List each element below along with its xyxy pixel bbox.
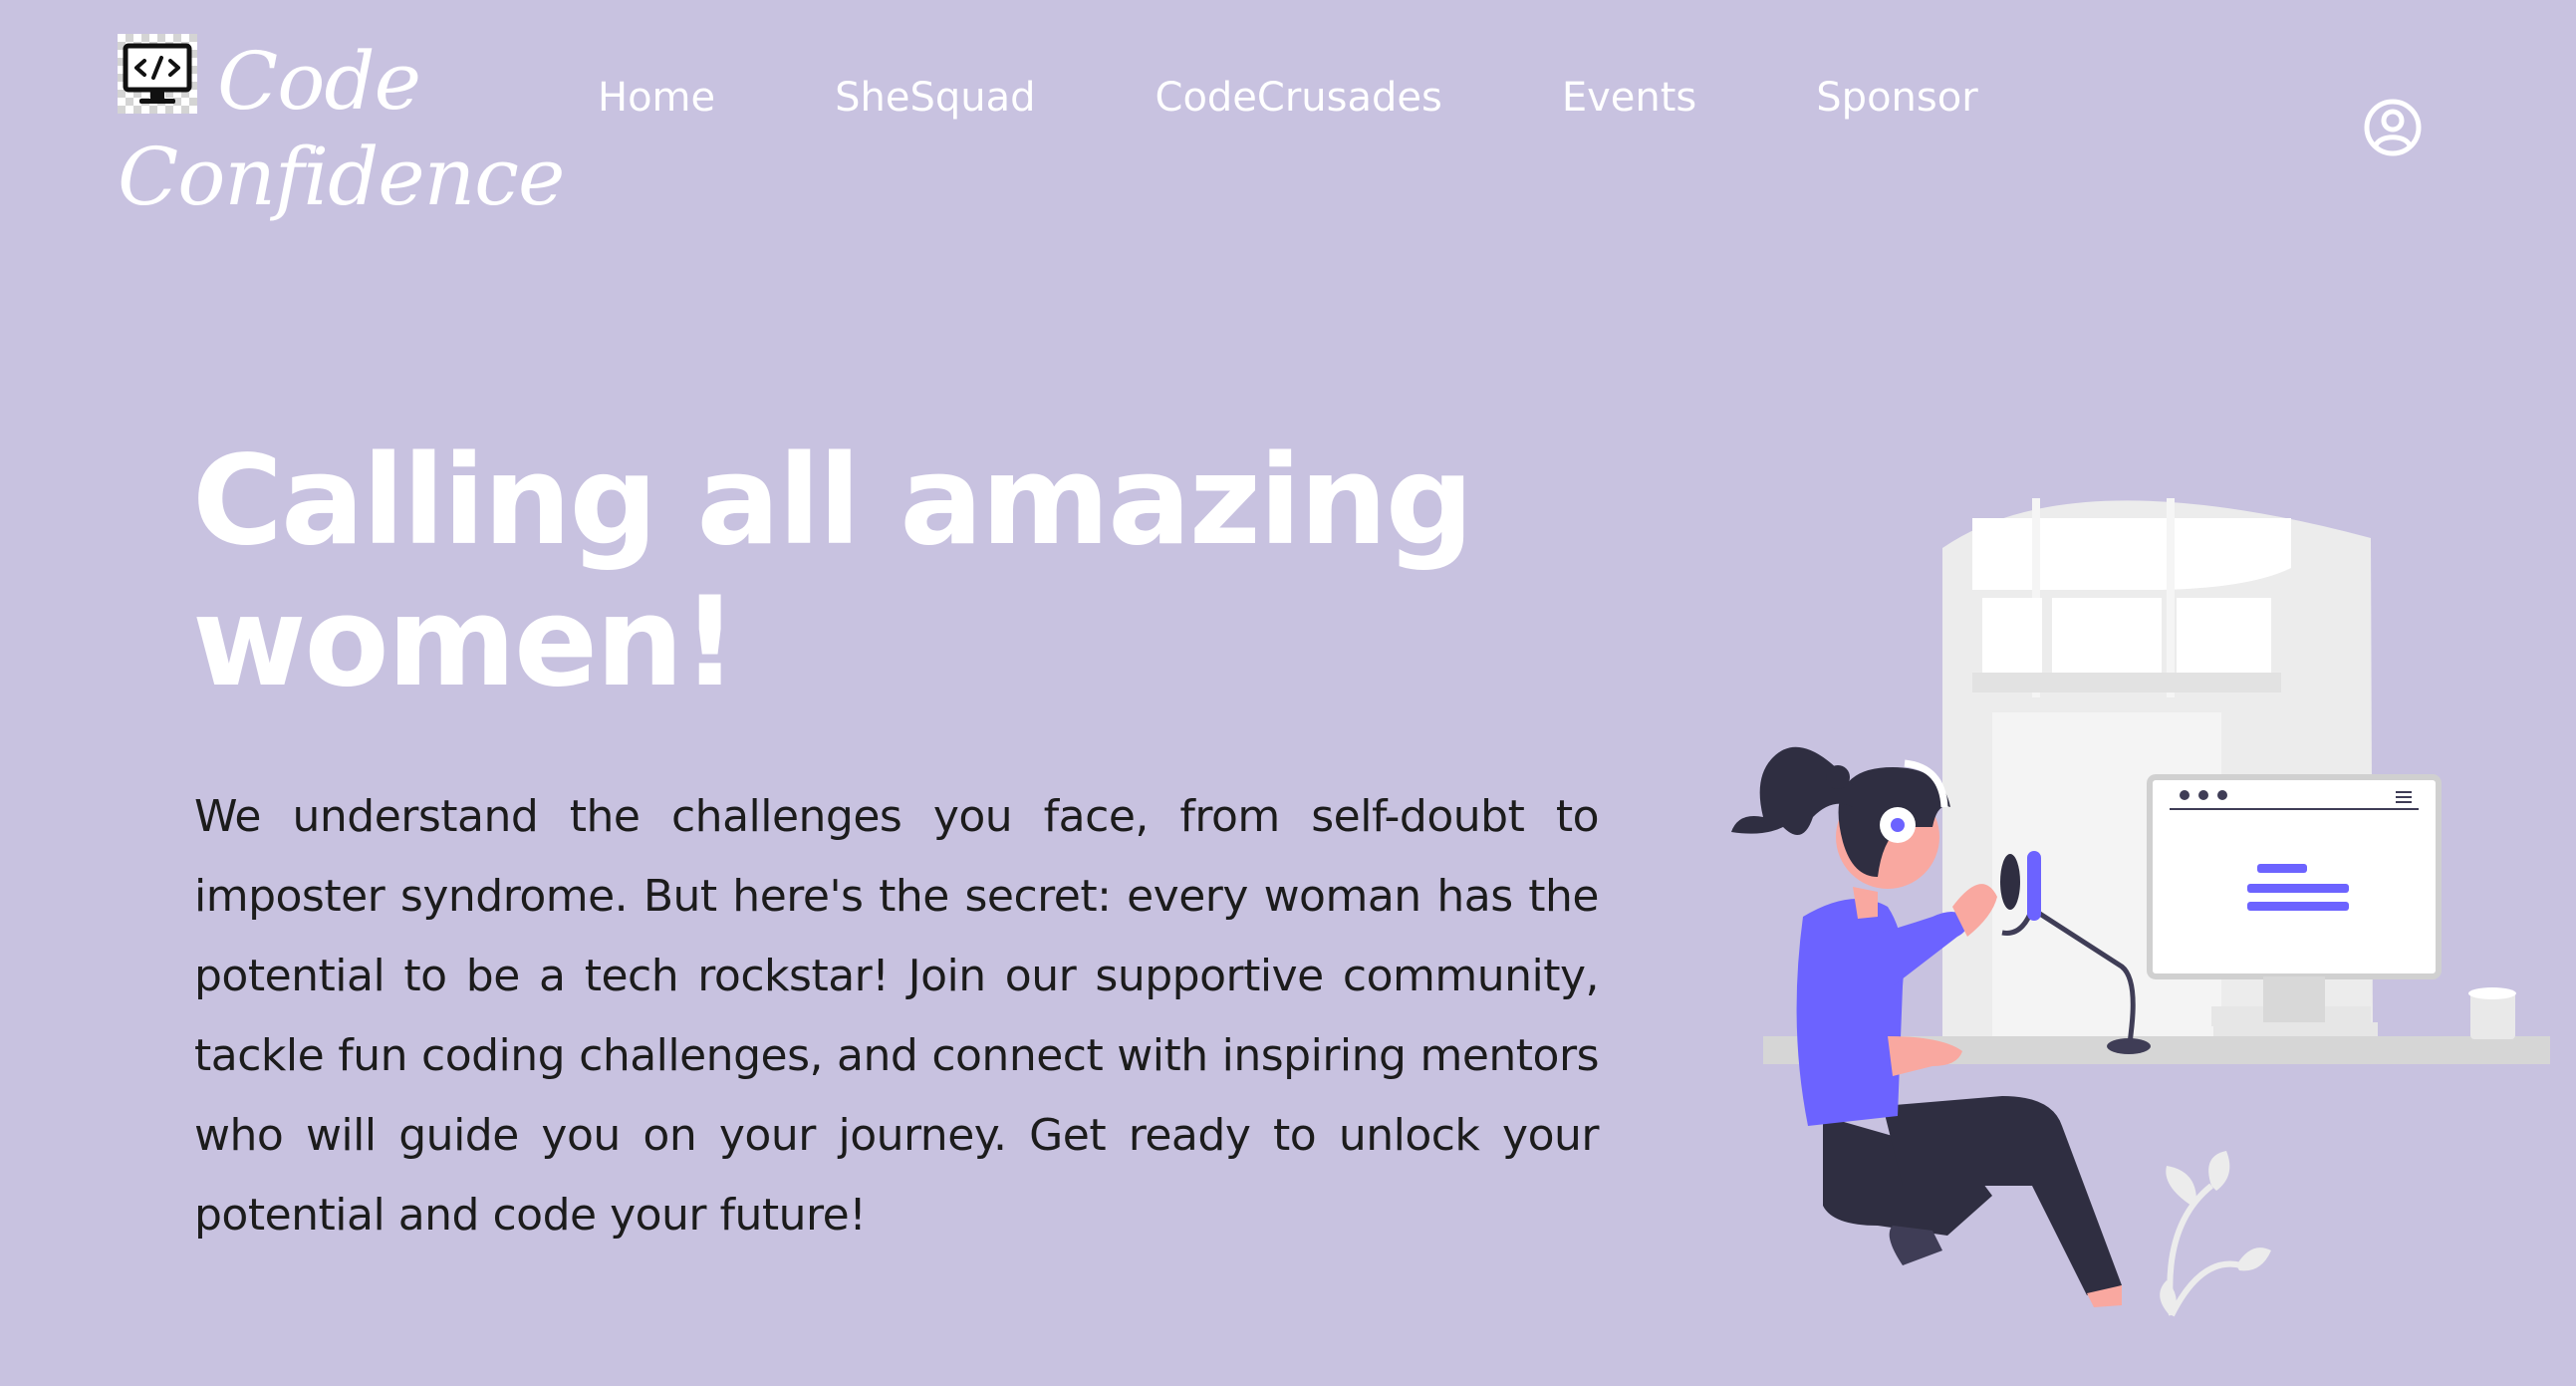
brand-name-line2: Confidence xyxy=(118,131,565,223)
nav-shesquad[interactable]: SheSquad xyxy=(835,70,1035,126)
nav-home[interactable]: Home xyxy=(598,70,715,126)
main-nav: Home SheSquad CodeCrusades Events Sponso… xyxy=(598,70,1978,126)
nav-codecrusades[interactable]: CodeCrusades xyxy=(1156,70,1442,126)
hero-title-line2: women! xyxy=(192,571,738,714)
brand-name-line1: Code xyxy=(217,35,421,128)
hero-title-line1: Calling all amazing xyxy=(192,429,1474,573)
woman-coding-illustration xyxy=(1693,468,2570,1325)
nav-sponsor[interactable]: Sponsor xyxy=(1816,70,1977,126)
monitor-code-icon xyxy=(118,34,197,114)
nav-events[interactable]: Events xyxy=(1562,70,1696,126)
hero-description: We understand the challenges you face, f… xyxy=(194,791,1600,1241)
hero-title: Calling all amazing women! xyxy=(192,430,1587,713)
brand-logo[interactable]: Code Confidence xyxy=(118,34,565,243)
user-account-icon[interactable] xyxy=(2363,98,2423,157)
